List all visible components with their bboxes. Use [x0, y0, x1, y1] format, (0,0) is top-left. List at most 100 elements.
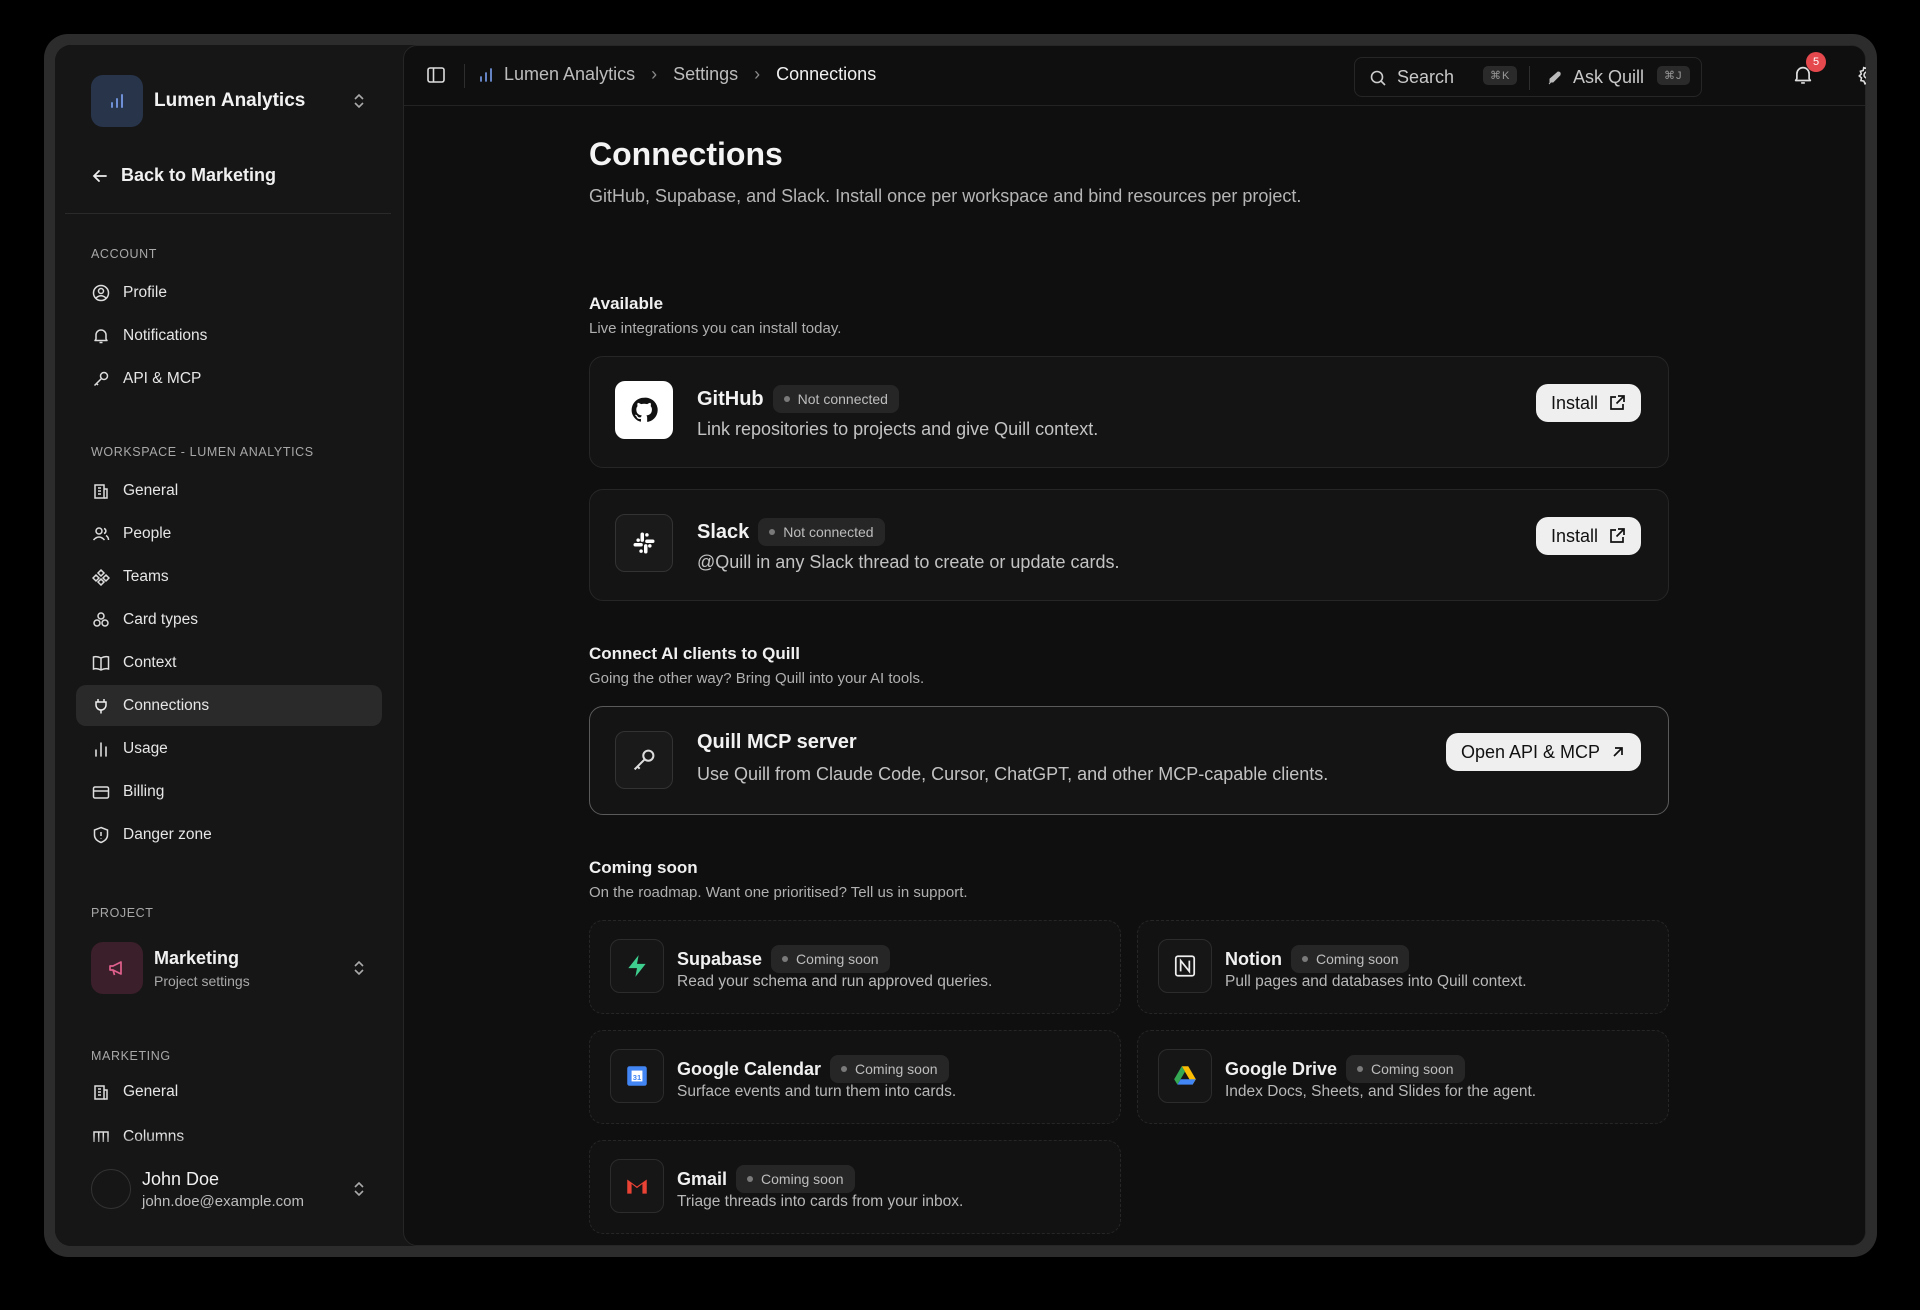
sidebar-item-label: People — [123, 524, 172, 542]
coming-soon-subtitle: On the roadmap. Want one prioritised? Te… — [589, 884, 968, 901]
integration-description: Link repositories to projects and give Q… — [697, 419, 1099, 439]
sidebar-toggle-icon[interactable] — [426, 65, 446, 85]
sidebar: Lumen Analytics Back to Marketing ACCOUN… — [55, 45, 399, 1246]
sidebar-item-card-types[interactable]: Card types — [76, 599, 382, 640]
project-subtitle: Project settings — [154, 972, 250, 989]
status-label: Coming soon — [855, 1061, 938, 1077]
mcp-server-description: Use Quill from Claude Code, Cursor, Chat… — [697, 764, 1329, 784]
breadcrumb: Lumen Analytics › Settings › Connections — [477, 64, 876, 85]
search-shortcut: ⌘K — [1483, 66, 1518, 85]
status-label: Not connected — [797, 391, 888, 407]
sidebar-item-people[interactable]: People — [76, 513, 382, 554]
sidebar-item-profile[interactable]: Profile — [76, 272, 382, 313]
user-name: John Doe — [142, 1168, 220, 1189]
workspace-name: Lumen Analytics — [154, 90, 306, 111]
ask-quill-button[interactable]: Ask Quill — [1545, 67, 1644, 88]
slack-icon — [615, 514, 673, 572]
sidebar-item-label: Context — [123, 653, 177, 671]
integration-name: Notion — [1225, 948, 1282, 969]
google-drive-icon — [1158, 1049, 1212, 1103]
chevron-up-down-icon — [351, 957, 367, 979]
integration-name: Supabase — [677, 948, 763, 969]
search-ask-group: Search ⌘K Ask Quill ⌘J — [1354, 57, 1702, 97]
page-subtitle: GitHub, Supabase, and Slack. Install onc… — [589, 186, 1302, 206]
available-subtitle: Live integrations you can install today. — [589, 320, 842, 337]
status-dot — [783, 396, 790, 402]
status-label: Not connected — [783, 524, 874, 540]
external-link-icon — [1610, 395, 1625, 410]
status-dot — [1357, 1066, 1364, 1072]
coming-soon-card-supabase: Supabase Coming soon Read your schema and… — [589, 920, 1121, 1014]
sidebar-item-api-mcp[interactable]: API & MCP — [76, 358, 382, 399]
user-email: john.doe@example.com — [142, 1192, 304, 1210]
integration-description: Surface events and turn them into cards. — [677, 1083, 957, 1100]
megaphone-icon — [91, 942, 143, 994]
sidebar-item-label: API & MCP — [123, 369, 202, 387]
people-icon — [91, 524, 111, 544]
github-icon — [615, 381, 673, 439]
search-button[interactable]: Search — [1369, 67, 1454, 88]
integration-name: Slack — [697, 520, 750, 543]
sidebar-item-teams[interactable]: Teams — [76, 556, 382, 597]
external-link-icon — [1610, 528, 1625, 543]
sidebar-item-marketing-general[interactable]: General — [76, 1071, 382, 1112]
building-icon — [91, 481, 111, 501]
search-divider — [1529, 66, 1530, 90]
teams-icon — [91, 567, 111, 587]
install-github-button[interactable]: Install — [1535, 384, 1641, 422]
key-icon — [615, 731, 673, 789]
ask-quill-label: Ask Quill — [1573, 67, 1645, 87]
sidebar-fade — [55, 1135, 399, 1155]
arrow-left-icon — [92, 169, 107, 182]
coming-soon-card-google-calendar: 31 Google Calendar Coming soon Surface ev… — [589, 1030, 1121, 1124]
sidebar-item-label: Card types — [123, 610, 198, 628]
bell-icon — [91, 326, 111, 346]
sidebar-item-label: Usage — [123, 739, 168, 757]
key-icon — [91, 369, 111, 389]
status-label: Coming soon — [1371, 1061, 1454, 1077]
sidebar-item-label: Danger zone — [123, 825, 212, 843]
status-dot — [782, 956, 789, 962]
svg-text:31: 31 — [633, 1073, 641, 1082]
install-slack-button[interactable]: Install — [1535, 517, 1641, 555]
sidebar-item-danger-zone[interactable]: Danger zone — [76, 814, 382, 855]
workspace-switcher[interactable]: Lumen Analytics — [91, 75, 367, 127]
open-api-mcp-label: Open API & MCP — [1460, 741, 1600, 762]
shapes-icon — [91, 610, 111, 630]
sidebar-item-label: Notifications — [123, 326, 208, 344]
status-label: Coming soon — [796, 951, 879, 967]
main-panel: Lumen Analytics › Settings › Connections… — [403, 45, 1866, 1246]
sidebar-item-general[interactable]: General — [76, 470, 382, 511]
gear-icon[interactable] — [1856, 64, 1866, 86]
sidebar-item-usage[interactable]: Usage — [76, 728, 382, 769]
integration-description: @Quill in any Slack thread to create or … — [697, 552, 1120, 572]
available-title: Available — [589, 294, 664, 313]
coming-soon-card-gmail: Gmail Coming soon Triage threads into car… — [589, 1140, 1121, 1234]
sidebar-item-label: General — [123, 481, 179, 499]
mcp-server-name: Quill MCP server — [697, 731, 857, 753]
sidebar-item-label: Profile — [123, 283, 167, 301]
back-to-marketing-link[interactable]: Back to Marketing — [91, 165, 276, 186]
gmail-icon — [610, 1159, 664, 1213]
sidebar-item-connections[interactable]: Connections — [76, 685, 382, 726]
search-label: Search — [1397, 67, 1455, 87]
breadcrumb-settings[interactable]: Settings — [673, 64, 738, 85]
integration-description: Read your schema and run approved querie… — [677, 973, 993, 990]
search-icon — [1370, 70, 1386, 86]
project-switcher[interactable]: Marketing Project settings — [91, 942, 367, 994]
coming-soon-card-notion: Notion Coming soon Pull pages and databas… — [1137, 920, 1669, 1014]
feather-icon — [1548, 70, 1561, 84]
page-title: Connections — [589, 136, 783, 172]
sidebar-item-notifications[interactable]: Notifications — [76, 315, 382, 356]
avatar — [91, 1169, 131, 1209]
chevron-right-icon: › — [754, 64, 761, 84]
sidebar-item-label: Billing — [123, 782, 165, 800]
breadcrumb-workspace[interactable]: Lumen Analytics — [504, 64, 635, 85]
building-icon — [91, 1082, 111, 1102]
bar-chart-icon — [111, 94, 123, 108]
sidebar-item-context[interactable]: Context — [76, 642, 382, 683]
workspace-section-label: WORKSPACE - LUMEN ANALYTICS — [91, 445, 314, 459]
open-api-mcp-button[interactable]: Open API & MCP — [1445, 733, 1641, 771]
user-menu[interactable]: John Doe john.doe@example.com — [91, 1165, 367, 1213]
sidebar-item-billing[interactable]: Billing — [76, 771, 382, 812]
